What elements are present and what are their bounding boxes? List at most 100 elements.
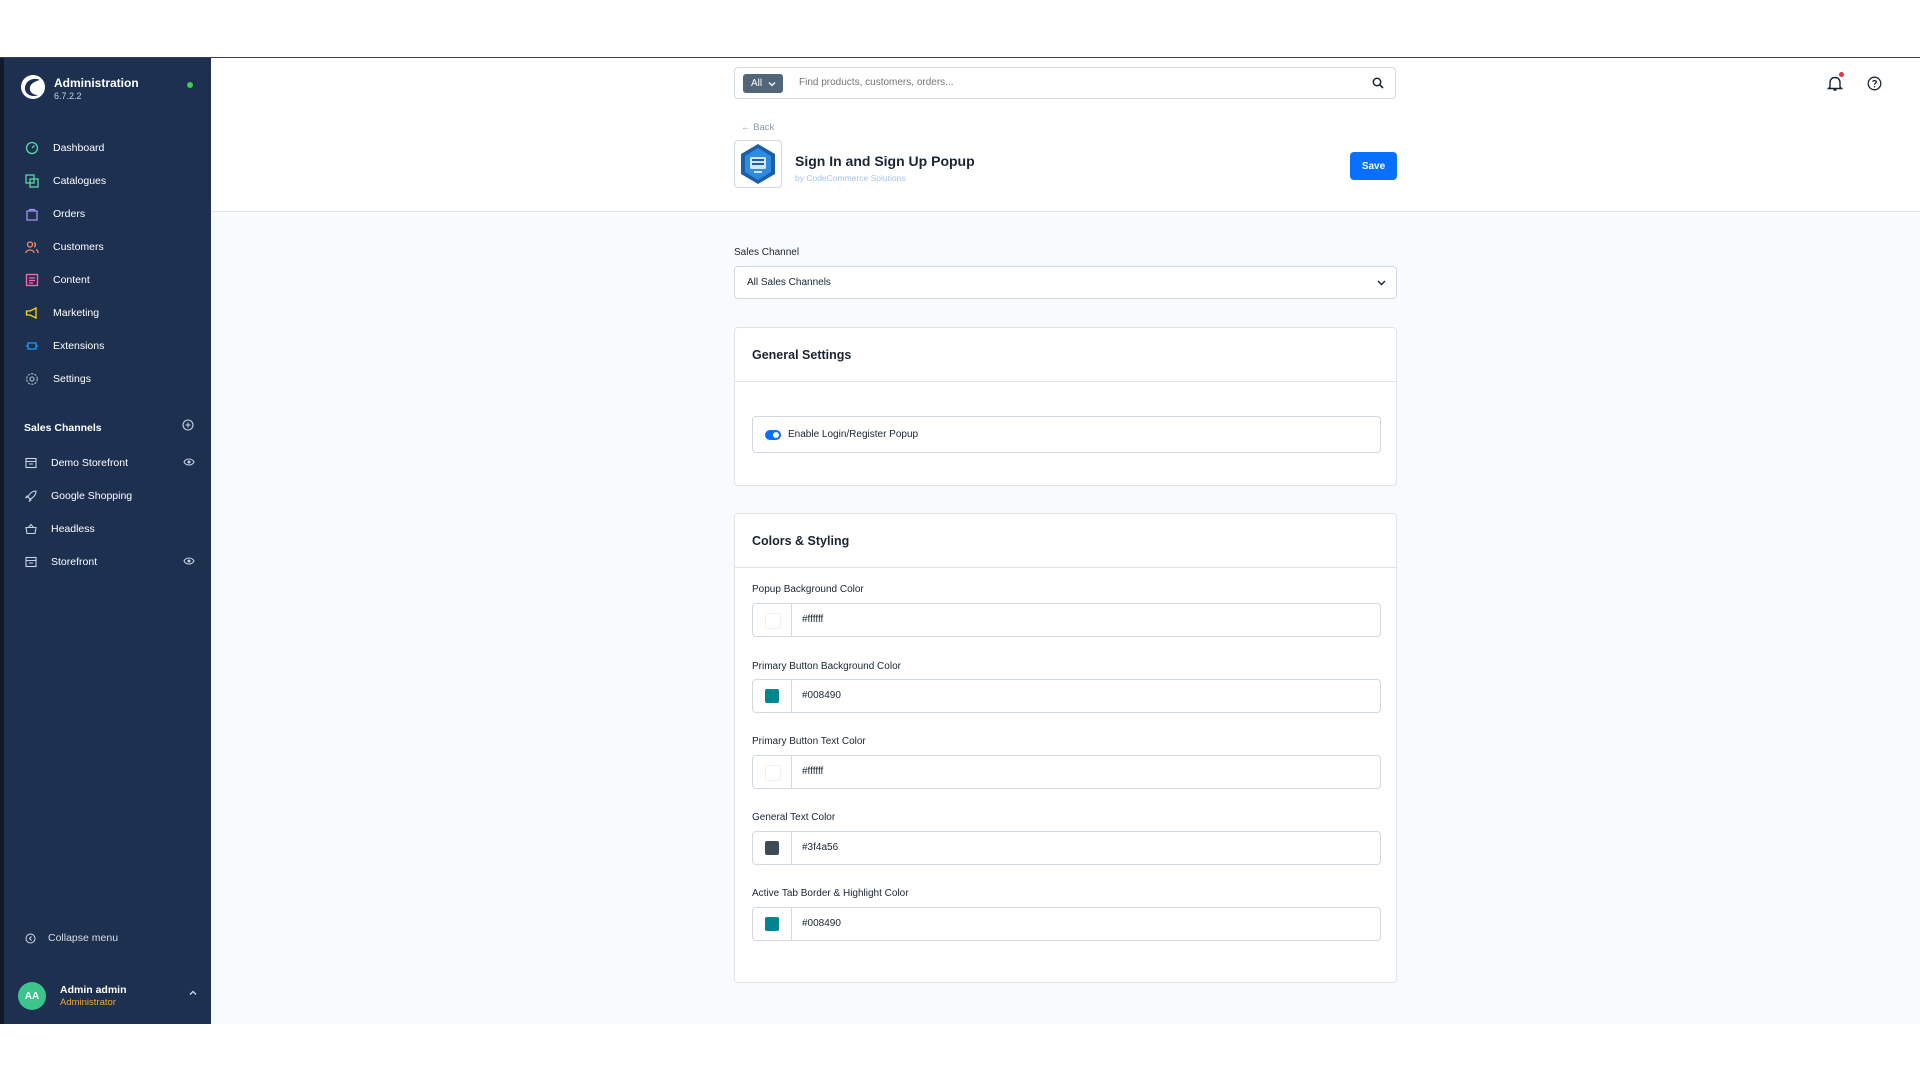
popup-background-color-field[interactable]: #ffffff [752,603,1381,637]
sales-channel-storefront[interactable]: Storefront [4,545,211,578]
collapse-menu-button[interactable]: Collapse menu [25,932,118,944]
nav-label: Content [53,273,90,286]
eye-icon[interactable] [183,457,195,467]
notification-bell-icon[interactable] [1827,75,1843,92]
field-label: Popup Background Color [752,584,864,595]
colors-styling-card: Colors & Styling Popup Background Color … [734,513,1397,983]
popup-toggle-field: Enable Login/Register Popup [752,416,1381,453]
sales-channel-value: All Sales Channels [747,277,831,288]
nav-item-marketing[interactable]: Marketing [4,296,211,329]
card-title: Colors & Styling [752,534,850,548]
color-swatch [765,689,779,703]
marketing-icon [25,306,37,319]
basket-icon [25,523,37,534]
active-tab-border-color-field[interactable]: #008490 [752,907,1381,941]
chevron-down-icon [768,81,776,86]
collapse-menu-label: Collapse menu [48,932,119,944]
settings-icon [26,372,38,385]
sales-channel-google-shopping[interactable]: Google Shopping [4,479,211,512]
color-swatch-button[interactable] [753,680,792,712]
nav-item-settings[interactable]: Settings [4,362,211,395]
general-text-color-field[interactable]: #3f4a56 [752,831,1381,865]
color-swatch-button[interactable] [753,756,792,788]
color-swatch [765,613,781,629]
catalogues-icon [25,173,39,188]
orders-icon [26,208,38,221]
user-role: Administrator [60,997,116,1008]
storefront-icon [25,457,37,468]
back-link[interactable]: ← Back [741,122,774,133]
field-label: Primary Button Background Color [752,661,901,672]
extension-icon [734,140,782,188]
nav-item-customers[interactable]: Customers [4,230,211,263]
card-header: General Settings [735,328,1396,382]
save-button[interactable]: Save [1350,152,1397,180]
sales-channels-header: Sales Channels [24,418,194,434]
search-input[interactable] [799,77,1359,88]
search-scope-dropdown[interactable]: All [743,74,784,93]
field-label: Primary Button Text Color [752,736,866,747]
extension-logo-icon [741,144,775,184]
toggle-label: Enable Login/Register Popup [788,429,919,440]
primary-button-text-color-field[interactable]: #ffffff [752,755,1381,789]
color-value: #ffffff [802,614,824,625]
general-settings-card: General Settings Enable Login/Register P… [734,327,1397,486]
sidebar: Administration 6.7.2.2 Dashboard Catalog… [0,58,211,1024]
color-value: #3f4a56 [802,842,839,853]
sales-channel-label: Storefront [51,555,98,568]
chevron-down-icon [1377,280,1386,286]
primary-button-background-color-field[interactable]: #008490 [752,679,1381,713]
nav-item-extensions[interactable]: Extensions [4,329,211,362]
storefront-icon [25,556,37,567]
eye-icon[interactable] [183,556,195,566]
customers-icon [25,240,39,253]
enable-popup-toggle[interactable] [765,430,781,440]
sales-channels-title: Sales Channels [24,422,102,434]
color-value: #008490 [802,918,841,929]
global-search: All [734,67,1396,99]
nav-item-dashboard[interactable]: Dashboard [4,131,211,164]
sales-channel-list: Demo Storefront Google Shopping Headless… [4,446,211,578]
color-swatch [765,765,781,781]
color-value: #008490 [802,690,841,701]
brand-title: Administration [54,76,139,90]
page-header: ← Back Sign In and Sign Up Popup by Code… [211,110,1920,212]
extension-author[interactable]: by CodeCommerce Solutions [795,173,906,183]
status-dot [187,82,193,88]
sales-channel-label: Google Shopping [51,489,133,502]
color-swatch-button[interactable] [753,908,792,940]
search-scope-label: All [751,78,763,89]
dashboard-icon [25,141,39,154]
field-label: Active Tab Border & Highlight Color [752,888,909,899]
add-sales-channel-icon[interactable] [182,419,194,431]
help-icon[interactable] [1867,76,1882,91]
nav-label: Orders [53,207,86,220]
nav-label: Catalogues [53,174,107,187]
collapse-icon [25,933,36,943]
sales-channel-label: Sales Channel [734,247,800,258]
top-bar: All [211,58,1920,111]
search-icon[interactable] [1372,77,1384,89]
user-menu[interactable]: AA Admin admin Administrator [18,980,198,1010]
color-swatch-button[interactable] [753,832,792,864]
avatar: AA [18,982,46,1010]
extensions-icon [26,341,38,350]
sales-channel-demo-storefront[interactable]: Demo Storefront [4,446,211,479]
nav-item-catalogues[interactable]: Catalogues [4,164,211,197]
brand[interactable]: Administration 6.7.2.2 [20,72,200,102]
sales-channel-headless[interactable]: Headless [4,512,211,545]
card-header: Colors & Styling [735,514,1396,568]
app-frame: Administration 6.7.2.2 Dashboard Catalog… [0,57,1920,1024]
nav-item-orders[interactable]: Orders [4,197,211,230]
content-icon [25,273,39,286]
color-swatch [765,917,779,931]
nav-label: Customers [53,240,104,253]
page-title: Sign In and Sign Up Popup [795,153,975,169]
sales-channel-select[interactable]: All Sales Channels [734,266,1397,299]
card-title: General Settings [752,348,852,362]
color-swatch-button[interactable] [753,604,792,636]
rocket-icon [25,489,37,502]
user-name: Admin admin [60,984,127,996]
nav-item-content[interactable]: Content [4,263,211,296]
sales-channel-label: Demo Storefront [51,456,129,469]
